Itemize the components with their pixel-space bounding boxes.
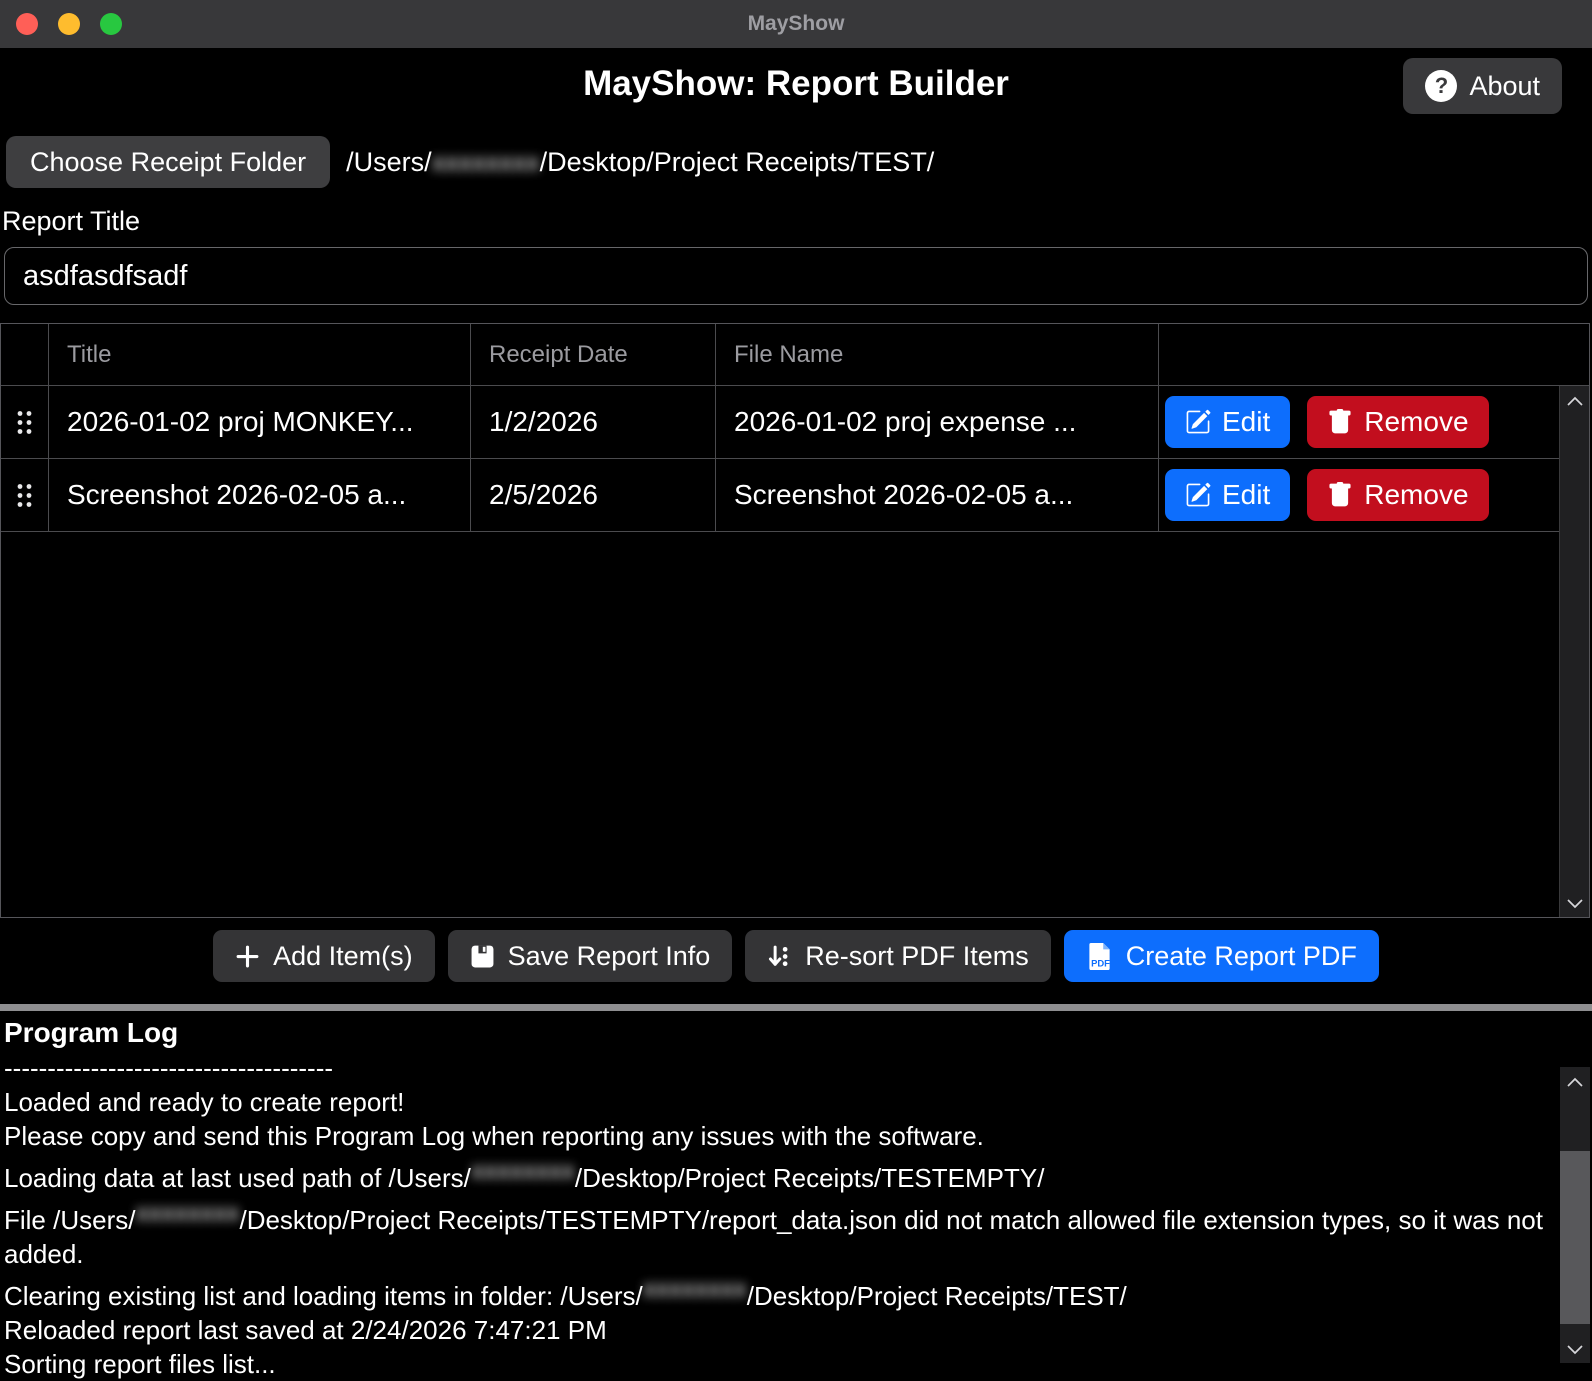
log-scrollbar[interactable] xyxy=(1560,1067,1590,1363)
log-redacted-username: xxxxxxxx xyxy=(471,1153,575,1187)
path-prefix: /Users/ xyxy=(346,147,432,178)
action-toolbar: Add Item(s) Save Report Info Re-sort PDF… xyxy=(0,930,1592,982)
drag-cell xyxy=(1,459,49,531)
header-actions xyxy=(1159,324,1589,385)
traffic-lights xyxy=(16,13,122,35)
scrollbar-thumb[interactable] xyxy=(1560,1151,1590,1324)
log-redacted-username: xxxxxxxx xyxy=(643,1271,747,1305)
log-line: -------------------------------------- xyxy=(4,1051,1544,1085)
cell-actions: Edit Remove xyxy=(1159,386,1589,458)
edit-button[interactable]: Edit xyxy=(1165,469,1290,521)
log-text: Loading data at last used path of /Users… xyxy=(4,1163,471,1193)
folder-row: Choose Receipt Folder /Users/ xxxxxxxx /… xyxy=(6,136,1592,188)
report-items-table: Title Receipt Date File Name 2026-01-02 … xyxy=(0,323,1590,918)
trash-icon xyxy=(1327,482,1353,508)
cell-title: 2026-01-02 proj MONKEY... xyxy=(49,386,471,458)
scroll-down-icon[interactable] xyxy=(1566,898,1584,909)
cell-title: Screenshot 2026-02-05 a... xyxy=(49,459,471,531)
scroll-up-icon[interactable] xyxy=(1566,396,1584,407)
log-line: Please copy and send this Program Log wh… xyxy=(4,1119,1544,1153)
remove-button[interactable]: Remove xyxy=(1307,396,1488,448)
log-text: Clearing existing list and loading items… xyxy=(4,1281,643,1311)
log-line: Sorting report files list... xyxy=(4,1347,1544,1381)
grip-dots-icon xyxy=(16,482,33,509)
report-title-input[interactable] xyxy=(4,247,1588,305)
cell-receipt-date: 1/2/2026 xyxy=(471,386,716,458)
header-receipt-date: Receipt Date xyxy=(471,324,716,385)
plus-icon xyxy=(235,944,260,969)
scroll-up-icon[interactable] xyxy=(1566,1077,1584,1088)
log-line: Reloaded report last saved at 2/24/2026 … xyxy=(4,1313,1544,1347)
report-title-label: Report Title xyxy=(2,206,1592,237)
header-drag-column xyxy=(1,324,49,385)
save-report-info-button[interactable]: Save Report Info xyxy=(448,930,733,982)
header-file-name: File Name xyxy=(716,324,1159,385)
table-row: Screenshot 2026-02-05 a... 2/5/2026 Scre… xyxy=(1,459,1589,532)
remove-button-label: Remove xyxy=(1364,406,1468,438)
path-suffix: /Desktop/Project Receipts/TEST/ xyxy=(540,147,935,178)
program-log-body: -------------------------------------- L… xyxy=(4,1051,1544,1381)
sort-arrow-icon xyxy=(767,944,792,969)
trash-icon xyxy=(1327,409,1353,435)
grip-dots-icon xyxy=(16,409,33,436)
receipt-folder-path: /Users/ xxxxxxxx /Desktop/Project Receip… xyxy=(346,147,934,178)
drag-cell xyxy=(1,386,49,458)
window-titlebar: MayShow xyxy=(0,0,1592,48)
svg-text:PDF: PDF xyxy=(1091,958,1110,969)
remove-button[interactable]: Remove xyxy=(1307,469,1488,521)
add-items-label: Add Item(s) xyxy=(273,941,413,972)
pdf-file-icon: PDF xyxy=(1086,943,1113,970)
create-report-pdf-label: Create Report PDF xyxy=(1126,941,1357,972)
program-log-title: Program Log xyxy=(4,1017,1588,1049)
resort-pdf-items-label: Re-sort PDF Items xyxy=(805,941,1029,972)
edit-button[interactable]: Edit xyxy=(1165,396,1290,448)
cell-receipt-date: 2/5/2026 xyxy=(471,459,716,531)
save-report-info-label: Save Report Info xyxy=(508,941,711,972)
create-report-pdf-button[interactable]: PDF Create Report PDF xyxy=(1064,930,1379,982)
edit-button-label: Edit xyxy=(1222,406,1270,438)
drag-handle[interactable] xyxy=(16,409,33,436)
window-title: MayShow xyxy=(748,12,845,36)
path-redacted-username: xxxxxxxx xyxy=(432,147,540,178)
table-scrollbar[interactable] xyxy=(1559,386,1589,917)
floppy-disk-icon xyxy=(470,944,495,969)
log-redacted-username: xxxxxxxx xyxy=(135,1195,239,1229)
log-line: File /Users/xxxxxxxx/Desktop/Project Rec… xyxy=(4,1195,1544,1271)
zoom-button[interactable] xyxy=(100,13,122,35)
question-circle-icon: ? xyxy=(1425,70,1457,102)
pencil-square-icon xyxy=(1185,409,1211,435)
page-title: MayShow: Report Builder xyxy=(0,56,1592,104)
minimize-button[interactable] xyxy=(58,13,80,35)
log-text: /Desktop/Project Receipts/TEST/ xyxy=(747,1281,1127,1311)
cell-file-name: Screenshot 2026-02-05 a... xyxy=(716,459,1159,531)
log-line: Clearing existing list and loading items… xyxy=(4,1271,1544,1313)
remove-button-label: Remove xyxy=(1364,479,1468,511)
table-header-row: Title Receipt Date File Name xyxy=(1,324,1589,386)
cell-file-name: 2026-01-02 proj expense ... xyxy=(716,386,1159,458)
header-title: Title xyxy=(49,324,471,385)
log-text: File /Users/ xyxy=(4,1205,135,1235)
table-row: 2026-01-02 proj MONKEY... 1/2/2026 2026-… xyxy=(1,386,1589,459)
pencil-square-icon xyxy=(1185,482,1211,508)
log-text: /Desktop/Project Receipts/TESTEMPTY/ xyxy=(575,1163,1045,1193)
add-items-button[interactable]: Add Item(s) xyxy=(213,930,435,982)
page-header: MayShow: Report Builder ? About xyxy=(0,56,1592,122)
about-button-label: About xyxy=(1469,71,1540,102)
drag-handle[interactable] xyxy=(16,482,33,509)
resort-pdf-items-button[interactable]: Re-sort PDF Items xyxy=(745,930,1051,982)
program-log-section: Program Log ----------------------------… xyxy=(0,1011,1592,1381)
log-line: Loaded and ready to create report! xyxy=(4,1085,1544,1119)
section-divider xyxy=(0,1004,1592,1011)
close-button[interactable] xyxy=(16,13,38,35)
log-line: Loading data at last used path of /Users… xyxy=(4,1153,1544,1195)
edit-button-label: Edit xyxy=(1222,479,1270,511)
about-button[interactable]: ? About xyxy=(1403,58,1562,114)
cell-actions: Edit Remove xyxy=(1159,459,1589,531)
choose-receipt-folder-button[interactable]: Choose Receipt Folder xyxy=(6,136,330,188)
